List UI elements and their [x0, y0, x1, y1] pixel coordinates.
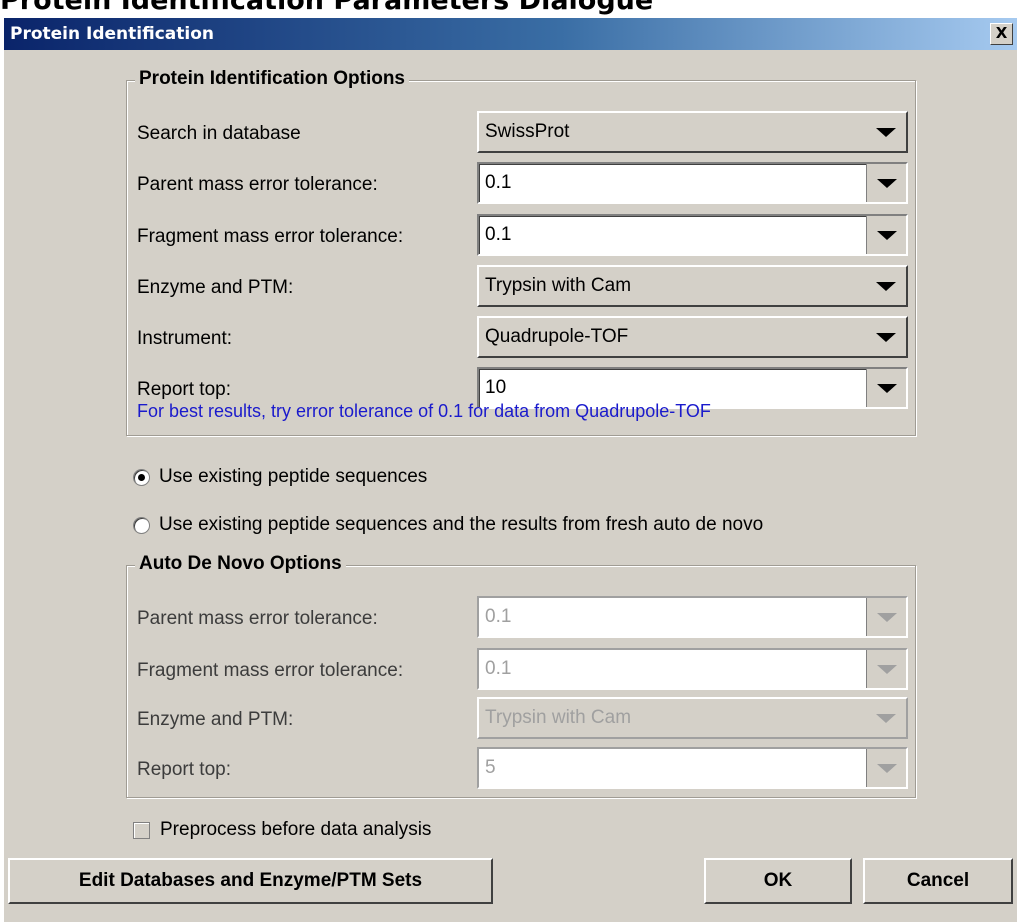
radio-existing-sequences[interactable]: Use existing peptide sequences	[133, 466, 427, 488]
radio-button-selected[interactable]	[133, 468, 150, 486]
instrument-select[interactable]: Quadrupole-TOF	[477, 316, 908, 358]
denovo-fragment-mass-tolerance-label: Fragment mass error tolerance:	[137, 660, 404, 681]
dropdown-arrow-button[interactable]	[866, 318, 906, 356]
denovo-enzyme-ptm-value: Trypsin with Cam	[485, 707, 632, 728]
fragment-mass-tolerance-label: Fragment mass error tolerance:	[137, 226, 404, 247]
chevron-down-icon	[876, 282, 896, 291]
enzyme-ptm-label: Enzyme and PTM:	[137, 277, 294, 298]
denovo-enzyme-ptm-label: Enzyme and PTM:	[137, 709, 294, 730]
dropdown-arrow-button	[866, 699, 906, 737]
denovo-enzyme-ptm-select: Trypsin with Cam	[477, 697, 908, 739]
page-heading: Protein Identification Parameters Dialog…	[0, 0, 654, 16]
dropdown-arrow-button	[866, 598, 906, 636]
dropdown-arrow-button	[866, 650, 906, 688]
denovo-report-top-label: Report top:	[137, 759, 231, 780]
preprocess-checkbox[interactable]	[133, 821, 150, 839]
parent-mass-tolerance-input[interactable]: 0.1	[477, 162, 908, 204]
radio-button[interactable]	[133, 516, 150, 534]
dropdown-arrow-button[interactable]	[866, 164, 906, 202]
radio-existing-and-denovo-label: Use existing peptide sequences and the r…	[159, 514, 764, 535]
denovo-parent-mass-tolerance-label: Parent mass error tolerance:	[137, 608, 378, 629]
parent-mass-tolerance-label: Parent mass error tolerance:	[137, 174, 378, 195]
ok-button[interactable]: OK	[704, 858, 852, 904]
denovo-report-top-input: 5	[477, 747, 908, 789]
search-database-label: Search in database	[137, 123, 301, 144]
chevron-down-icon	[876, 764, 897, 773]
close-icon: X	[995, 24, 1008, 42]
dropdown-arrow-button	[866, 749, 906, 787]
instrument-value: Quadrupole-TOF	[485, 326, 629, 347]
auto-de-novo-options-group: Auto De Novo Options Parent mass error t…	[126, 552, 916, 798]
instrument-label: Instrument:	[137, 328, 233, 349]
denovo-parent-mass-tolerance-value: 0.1	[485, 606, 512, 627]
denovo-report-top-value: 5	[485, 757, 496, 778]
group-title: Auto De Novo Options	[135, 552, 346, 576]
denovo-fragment-mass-tolerance-value: 0.1	[485, 658, 512, 679]
dropdown-arrow-button[interactable]	[866, 369, 906, 407]
dropdown-arrow-button[interactable]	[866, 113, 906, 151]
preprocess-checkbox-row[interactable]: Preprocess before data analysis	[133, 819, 431, 841]
title-bar[interactable]: Protein Identification X	[4, 18, 1017, 50]
group-title: Protein Identification Options	[135, 67, 409, 91]
denovo-parent-mass-tolerance-input: 0.1	[477, 596, 908, 638]
tolerance-hint-text: For best results, try error tolerance of…	[137, 401, 711, 421]
chevron-down-icon	[876, 714, 896, 723]
search-database-select[interactable]: SwissProt	[477, 111, 908, 153]
enzyme-ptm-select[interactable]: Trypsin with Cam	[477, 265, 908, 307]
chevron-down-icon	[876, 665, 897, 674]
denovo-fragment-mass-tolerance-input: 0.1	[477, 648, 908, 690]
enzyme-ptm-value: Trypsin with Cam	[485, 275, 632, 296]
chevron-down-icon	[876, 128, 896, 137]
chevron-down-icon	[876, 384, 897, 393]
dropdown-arrow-button[interactable]	[866, 216, 906, 254]
protein-identification-options-group: Protein Identification Options Search in…	[126, 67, 916, 436]
preprocess-label: Preprocess before data analysis	[160, 819, 432, 840]
close-button[interactable]: X	[990, 23, 1013, 45]
protein-identification-dialog: Protein Identification X Protein Identif…	[4, 18, 1017, 922]
edit-databases-button[interactable]: Edit Databases and Enzyme/PTM Sets	[8, 858, 493, 904]
parent-mass-tolerance-value: 0.1	[485, 172, 512, 193]
radio-existing-sequences-label: Use existing peptide sequences	[159, 466, 428, 487]
dialog-title: Protein Identification	[10, 24, 214, 44]
cancel-button[interactable]: Cancel	[863, 858, 1013, 904]
fragment-mass-tolerance-input[interactable]: 0.1	[477, 214, 908, 256]
report-top-label: Report top:	[137, 379, 231, 400]
search-database-value: SwissProt	[485, 121, 570, 142]
chevron-down-icon	[876, 613, 897, 622]
chevron-down-icon	[876, 333, 896, 342]
chevron-down-icon	[876, 231, 897, 240]
fragment-mass-tolerance-value: 0.1	[485, 224, 512, 245]
dropdown-arrow-button[interactable]	[866, 267, 906, 305]
radio-existing-and-denovo[interactable]: Use existing peptide sequences and the r…	[133, 514, 763, 536]
chevron-down-icon	[876, 179, 897, 188]
